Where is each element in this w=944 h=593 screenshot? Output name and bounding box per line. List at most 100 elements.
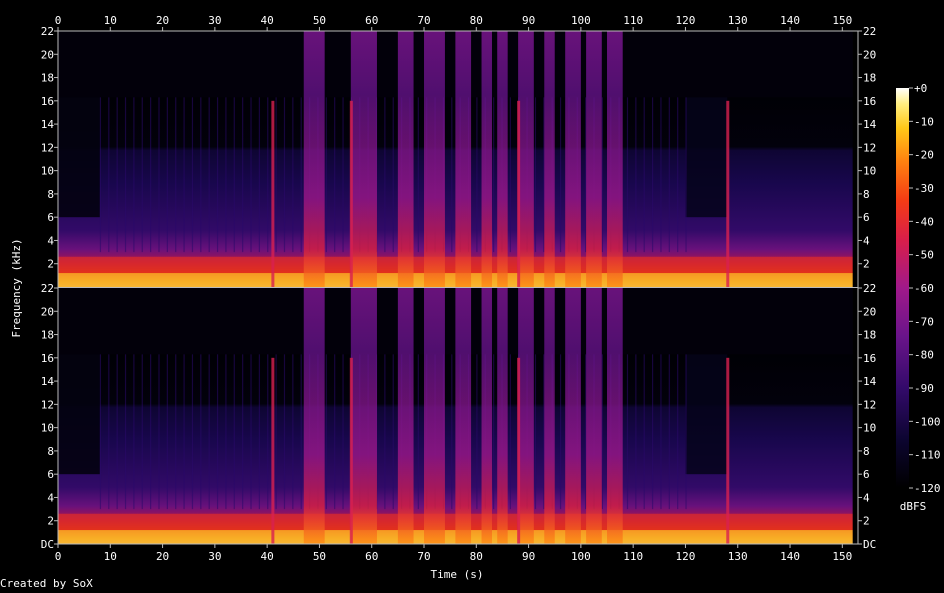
beat-stripe bbox=[242, 97, 244, 253]
colorbar-tick-label: -100 bbox=[914, 415, 941, 428]
fullband-burst bbox=[397, 31, 414, 287]
beat-stripe bbox=[601, 354, 603, 510]
beat-stripe bbox=[258, 97, 260, 253]
fullband-burst bbox=[481, 288, 492, 544]
bandlimit-gap bbox=[685, 354, 728, 475]
y-tick-label-left-ch1: 18 bbox=[41, 72, 54, 85]
y-tick-label-left-ch1: 2 bbox=[47, 258, 54, 271]
beat-stripe bbox=[660, 97, 662, 253]
beat-stripe bbox=[216, 354, 219, 510]
beat-stripe bbox=[183, 354, 185, 510]
y-tick-label-right-ch1: 2 bbox=[863, 258, 870, 271]
beat-stripe bbox=[166, 97, 168, 253]
y-tick-label-right-ch2: 16 bbox=[863, 352, 876, 365]
x-tick-label-bottom: 80 bbox=[470, 550, 483, 563]
fullband-burst bbox=[497, 31, 508, 287]
y-tick-label-right-ch1: 10 bbox=[863, 165, 876, 178]
fullband-burst bbox=[607, 288, 623, 544]
beat-stripe bbox=[417, 354, 419, 510]
transient-line bbox=[726, 100, 730, 288]
x-tick-label-top: 100 bbox=[571, 14, 591, 27]
beat-stripe bbox=[242, 354, 244, 510]
beat-stripe bbox=[141, 97, 143, 253]
x-tick-label-top: 110 bbox=[623, 14, 643, 27]
transient-line bbox=[517, 357, 521, 544]
beat-stripe bbox=[191, 354, 194, 510]
beat-stripe bbox=[216, 97, 219, 253]
beat-stripe bbox=[342, 354, 344, 510]
y-tick-label-right-ch1: 8 bbox=[863, 188, 870, 201]
y-tick-label-right-ch2: 18 bbox=[863, 329, 876, 342]
beat-stripe bbox=[200, 354, 202, 510]
fullband-burst bbox=[586, 288, 602, 544]
x-tick-label-top: 90 bbox=[522, 14, 535, 27]
y-tick-label-left-ch2: 6 bbox=[47, 468, 54, 481]
beat-stripe bbox=[451, 354, 453, 510]
beat-stripe bbox=[283, 354, 286, 510]
y-tick-label-left-ch2: 20 bbox=[41, 305, 54, 318]
beat-stripe bbox=[384, 97, 386, 253]
beat-stripe bbox=[417, 97, 419, 253]
fullband-burst bbox=[518, 288, 534, 544]
beat-stripe bbox=[267, 97, 269, 253]
beat-stripe bbox=[677, 354, 679, 510]
beat-stripe bbox=[133, 354, 135, 510]
y-tick-label-left-ch2: 2 bbox=[47, 515, 54, 528]
beat-stripe bbox=[651, 97, 654, 253]
beat-stripe bbox=[124, 97, 127, 253]
beat-stripe bbox=[392, 354, 394, 510]
beat-stripe bbox=[677, 97, 679, 253]
y-tick-label-right-ch2: 2 bbox=[863, 515, 870, 528]
y-tick-label-left-ch1: 10 bbox=[41, 165, 54, 178]
beat-stripe bbox=[493, 97, 495, 253]
y-tick-label-left-ch1: 22 bbox=[41, 25, 54, 38]
transient-line bbox=[726, 357, 730, 544]
x-tick-label-bottom: 150 bbox=[832, 550, 852, 563]
beat-stripe bbox=[175, 97, 177, 253]
beat-stripe bbox=[133, 97, 135, 253]
beat-stripe bbox=[175, 354, 177, 510]
beat-stripe bbox=[509, 354, 511, 510]
x-tick-label-bottom: 100 bbox=[571, 550, 591, 563]
y-axis-label: Frequency (kHz) bbox=[10, 238, 23, 337]
colorbar-tick-label: -50 bbox=[914, 249, 934, 262]
y-tick-label-left-ch1: 6 bbox=[47, 211, 54, 224]
y-tick-label-right-ch2: 10 bbox=[863, 422, 876, 435]
beat-stripe bbox=[116, 97, 118, 253]
footer-credit: Created by SoX bbox=[0, 577, 93, 590]
beat-stripe bbox=[208, 97, 210, 253]
beat-stripe bbox=[543, 354, 545, 510]
y-tick-label-right-ch2: 12 bbox=[863, 398, 876, 411]
beat-stripe bbox=[275, 354, 277, 510]
beat-stripe bbox=[116, 354, 118, 510]
colorbar-tick-label: -40 bbox=[914, 215, 934, 228]
x-tick-label-top: 70 bbox=[417, 14, 430, 27]
y-tick-label-left-ch2: 8 bbox=[47, 445, 54, 458]
beat-stripe bbox=[643, 97, 645, 253]
x-tick-label-top: 10 bbox=[104, 14, 117, 27]
y-tick-label-right-ch2: DC bbox=[863, 538, 876, 551]
colorbar-tick-label: -20 bbox=[914, 149, 934, 162]
y-tick-label-right-ch1: 20 bbox=[863, 48, 876, 61]
x-tick-label-bottom: 50 bbox=[313, 550, 326, 563]
fullband-burst bbox=[424, 31, 445, 287]
fullband-burst bbox=[350, 31, 377, 287]
beat-stripe bbox=[509, 97, 511, 253]
x-tick-label-bottom: 90 bbox=[522, 550, 535, 563]
y-tick-label-right-ch2: 20 bbox=[863, 305, 876, 318]
beat-stripe bbox=[334, 97, 336, 253]
beat-stripe bbox=[660, 354, 662, 510]
spectrogram-chart: 0 0 10 10 20 20 30 30 40 40 50 50 60 60 70 70 80 80 90 90 10… bbox=[10, 14, 941, 581]
beat-stripe bbox=[476, 354, 478, 510]
y-tick-label-left-ch1: 20 bbox=[41, 48, 54, 61]
beat-stripe bbox=[108, 97, 110, 253]
beat-stripe bbox=[191, 97, 194, 253]
y-tick-label-right-ch1: 12 bbox=[863, 141, 876, 154]
colorbar-tick-label: -110 bbox=[914, 449, 941, 462]
beat-stripe bbox=[99, 354, 102, 510]
y-tick-label-left-ch1: 16 bbox=[41, 95, 54, 108]
colorbar-tick-label: -70 bbox=[914, 315, 934, 328]
silence-end bbox=[852, 31, 858, 287]
beat-stripe bbox=[99, 97, 102, 253]
y-tick-label-right-ch2: 22 bbox=[863, 282, 876, 295]
